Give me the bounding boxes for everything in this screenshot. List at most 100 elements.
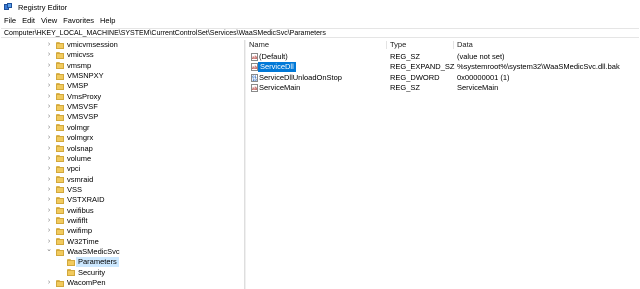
chevron-right-icon[interactable]: › [45,92,53,102]
chevron-right-icon[interactable]: › [45,40,53,50]
folder-icon [56,248,64,256]
tree-item-label: Security [78,267,106,277]
tree-item[interactable]: › vwifibus [0,206,244,216]
chevron-right-icon[interactable]: › [45,133,53,143]
tree-item[interactable]: › VSTXRAID [0,195,244,205]
binary-value-icon: 01 10 [251,73,258,83]
chevron-right-icon[interactable]: › [45,123,53,133]
value-row[interactable]: ab ServiceDll REG_EXPAND_SZ %systemroot%\sy… [247,62,640,73]
menu-help[interactable]: Help [97,16,118,25]
tree-item[interactable]: › volsnap [0,144,244,154]
tree-item[interactable]: › VSS [0,185,244,195]
tree-item[interactable]: › WacomPen [0,278,244,288]
tree-item[interactable]: › vwififlt [0,216,244,226]
tree-item[interactable]: › VMSP [0,81,244,91]
chevron-right-icon[interactable]: › [45,216,53,226]
tree-item-label: VMSNPXY [67,71,104,81]
tree-item-label: VSTXRAID [67,195,105,205]
menu-favorites[interactable]: Favorites [60,16,97,25]
chevron-right-icon[interactable]: › [45,195,53,205]
tree-item-label: vmicvmsession [67,40,118,49]
value-name: (Default) [259,52,288,61]
folder-icon [56,93,64,101]
value-row[interactable]: 01 10 ServiceDllUnloadOnStop REG_DWORD 0x000… [247,73,640,83]
menu-file[interactable]: File [0,16,19,25]
value-type: REG_SZ [390,52,421,61]
chevron-right-icon[interactable]: › [45,144,53,154]
tree-item[interactable]: › volmgrx [0,133,244,143]
folder-icon [56,165,64,173]
tree-item-label: vsmraid [67,174,94,184]
chevron-right-icon[interactable]: › [45,61,53,71]
value-row[interactable]: ab ServiceMain REG_SZ ServiceMain [247,83,640,93]
folder-icon [56,238,64,246]
folder-icon [56,72,64,80]
chevron-right-icon[interactable]: › [45,71,53,81]
chevron-right-icon[interactable]: › [45,164,53,174]
pane-splitter[interactable] [244,40,246,289]
tree-item[interactable]: › vmsmp [0,61,244,71]
tree-item[interactable]: › VMSVSP [0,112,244,122]
tree-item[interactable]: › vmicvss [0,50,244,60]
value-type: REG_DWORD [390,72,440,82]
folder-icon [56,82,64,90]
tree-item[interactable]: › volume [0,154,244,164]
tree-item[interactable]: ⌄ WaaSMedicSvc [0,246,244,257]
chevron-right-icon[interactable]: › [45,81,53,91]
tree-item[interactable]: › vmicvmsession [0,40,244,50]
tree-item[interactable]: › W32Time [0,237,244,247]
tree-item[interactable]: Parameters [0,257,244,268]
title-bar: Registry Editor [0,0,640,14]
value-data: %systemroot%\system32\WaaSMedicSvc.dll.b… [457,62,620,72]
tree-item[interactable]: › volmgr [0,123,244,133]
value-name: ServiceDll [258,62,296,73]
menu-edit[interactable]: Edit [19,16,38,25]
tree-item-label: vwifibus [67,205,94,215]
values-pane[interactable]: Name Type Data ab (Default) REG_SZ (value n… [247,40,640,289]
chevron-down-icon[interactable]: ⌄ [45,246,53,257]
folder-icon [56,134,64,142]
column-divider[interactable] [386,41,387,49]
tree-item[interactable]: › VMSVSF [0,102,244,112]
chevron-right-icon[interactable]: › [45,185,53,195]
chevron-right-icon[interactable]: › [45,278,53,288]
column-divider[interactable] [453,41,454,49]
value-data: (value not set) [457,52,505,61]
chevron-right-icon[interactable]: › [45,226,53,236]
chevron-right-icon[interactable]: › [45,206,53,216]
folder-icon [56,113,64,121]
folder-icon [56,124,64,132]
window-title: Registry Editor [18,2,68,12]
tree-item-label: Parameters [76,257,119,268]
menu-view[interactable]: View [38,16,60,25]
folder-icon [56,51,64,59]
tree-item-label: vpci [67,164,81,174]
chevron-right-icon[interactable]: › [45,102,53,112]
tree-item-label: vmicvss [67,50,94,60]
tree-item[interactable]: Security [0,268,244,278]
tree-item-label: volmgr [67,122,90,132]
tree-item[interactable]: › vsmraid [0,175,244,185]
tree-item-label: volsnap [67,143,93,153]
chevron-right-icon[interactable]: › [45,50,53,60]
address-bar[interactable]: Computer\HKEY_LOCAL_MACHINE\SYSTEM\Curre… [1,28,639,38]
tree-item[interactable]: › VmsProxy [0,92,244,102]
chevron-right-icon[interactable]: › [45,175,53,185]
key-tree[interactable]: › vmicvmsession › vmicvss › vmsmp › VMSNPXY › VMS… [0,40,244,289]
value-type: REG_SZ [390,82,421,92]
tree-item[interactable]: › VMSNPXY [0,71,244,81]
column-header-type[interactable]: Type [390,40,406,50]
string-value-icon: ab [251,53,258,61]
chevron-right-icon[interactable]: › [45,154,53,164]
column-header-data[interactable]: Data [457,40,473,50]
value-data: 0x00000001 (1) [457,72,510,82]
value-type: REG_EXPAND_SZ [390,62,455,72]
tree-item-label: vmsmp [67,60,92,70]
tree-item[interactable]: › vpci [0,164,244,174]
chevron-right-icon[interactable]: › [45,112,53,122]
column-header-name[interactable]: Name [249,40,269,50]
tree-item-label: VmsProxy [67,91,102,101]
value-row[interactable]: ab (Default) REG_SZ (value not set) [247,52,640,62]
tree-item[interactable]: › vwifimp [0,226,244,236]
tree-item-label: WacomPen [67,278,106,288]
